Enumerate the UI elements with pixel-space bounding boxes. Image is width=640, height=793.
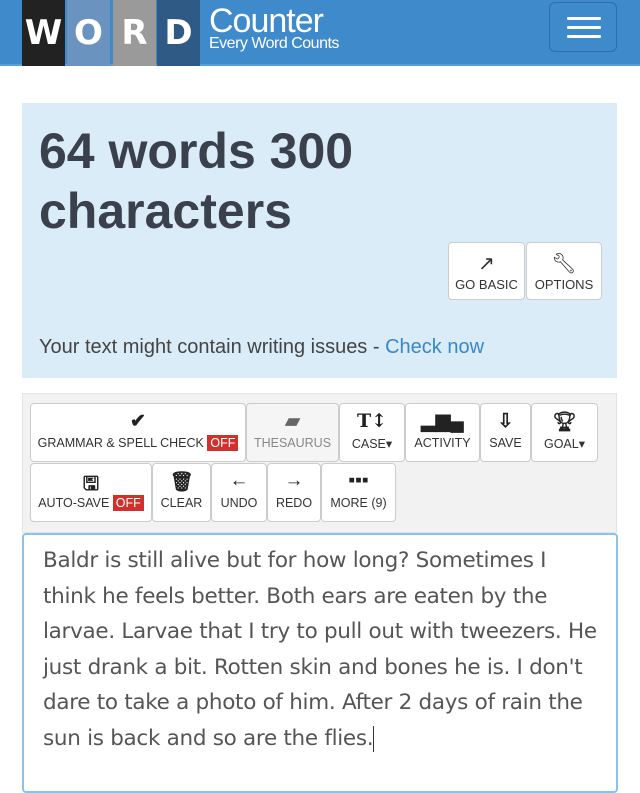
grammar-check-button[interactable]: ✔ GRAMMAR & SPELL CHECK OFF [30,403,246,462]
thesaurus-button[interactable]: ▰ THESAURUS [246,403,339,462]
case-label: CASE▾ [351,437,393,451]
trash-icon: 🗑︎ [169,472,194,493]
header: W O R D Counter Every Word Counts [0,0,640,66]
case-button[interactable]: T↕ CASE▾ [339,403,405,462]
go-basic-button[interactable]: ↗ GO BASIC [448,242,525,300]
clear-button[interactable]: 🗑︎ CLEAR [152,463,211,522]
menu-button[interactable] [549,2,617,52]
floppy-disk-icon: 🖫 [82,474,100,495]
book-icon: ▰ [285,411,300,432]
word-count: 64 words 300 [39,123,354,179]
auto-save-label: AUTO-SAVE [38,496,110,510]
external-link-icon: ↗ [478,253,495,275]
more-label: MORE (9) [330,496,387,510]
options-label: OPTIONS [534,277,594,292]
auto-save-state-badge: OFF [112,495,144,511]
logo-letter: O [67,0,110,66]
save-button[interactable]: ⇩ SAVE [480,403,531,462]
auto-save-button[interactable]: 🖫 AUTO-SAVE OFF [30,463,152,522]
issue-text: Your text might contain writing issues - [39,336,386,358]
grammar-label: GRAMMAR & SPELL CHECK [37,436,204,450]
logo-letter: D [157,0,200,66]
activity-button[interactable]: ▂▆▄ ACTIVITY [405,403,480,462]
stats-panel: 64 words 300 characters ↗ GO BASIC 🔧︎ OPTI… [22,103,617,378]
text-cursor [373,725,375,752]
go-basic-label: GO BASIC [455,277,518,292]
save-label: SAVE [489,436,522,450]
clear-label: CLEAR [160,496,203,510]
bar-chart-icon: ▂▆▄ [421,411,464,432]
character-count: characters [39,183,292,239]
goal-button[interactable]: 🏆︎ GOAL▾ [531,403,598,462]
grid-icon: ▪▪▪ [348,470,369,491]
undo-label: UNDO [220,496,258,510]
redo-label: REDO [275,496,313,510]
text-editor[interactable]: Baldr is still alive but for how long? S… [22,533,618,793]
checkmark-icon: ✔ [130,411,146,432]
toolbar: ✔ GRAMMAR & SPELL CHECK OFF ▰ THESAURUS T↕… [22,393,617,533]
more-button[interactable]: ▪▪▪ MORE (9) [321,463,396,522]
count-title: 64 words 300 characters [39,121,353,241]
wrench-icon: 🔧︎ [551,253,577,275]
redo-button[interactable]: → REDO [267,463,321,522]
thesaurus-label: THESAURUS [253,436,332,450]
arrow-left-icon: ← [229,470,249,491]
options-button[interactable]: 🔧︎ OPTIONS [526,242,602,300]
file-download-icon: ⇩ [497,411,514,432]
logo-letter: R [113,0,156,66]
check-now-link[interactable]: Check now [385,336,484,358]
tagline: Every Word Counts [209,35,339,52]
trophy-icon: 🏆︎ [552,412,577,433]
text-height-icon: T↕ [356,410,388,432]
undo-button[interactable]: ← UNDO [211,463,267,522]
writing-issues-notice: Your text might contain writing issues -… [39,336,484,359]
editor-text: Baldr is still alive but for how long? S… [43,548,597,751]
goal-label: GOAL▾ [543,437,585,451]
arrow-right-icon: → [284,470,304,491]
activity-label: ACTIVITY [414,436,471,450]
grammar-state-badge: OFF [207,435,239,451]
logo-letter: W [22,0,65,66]
